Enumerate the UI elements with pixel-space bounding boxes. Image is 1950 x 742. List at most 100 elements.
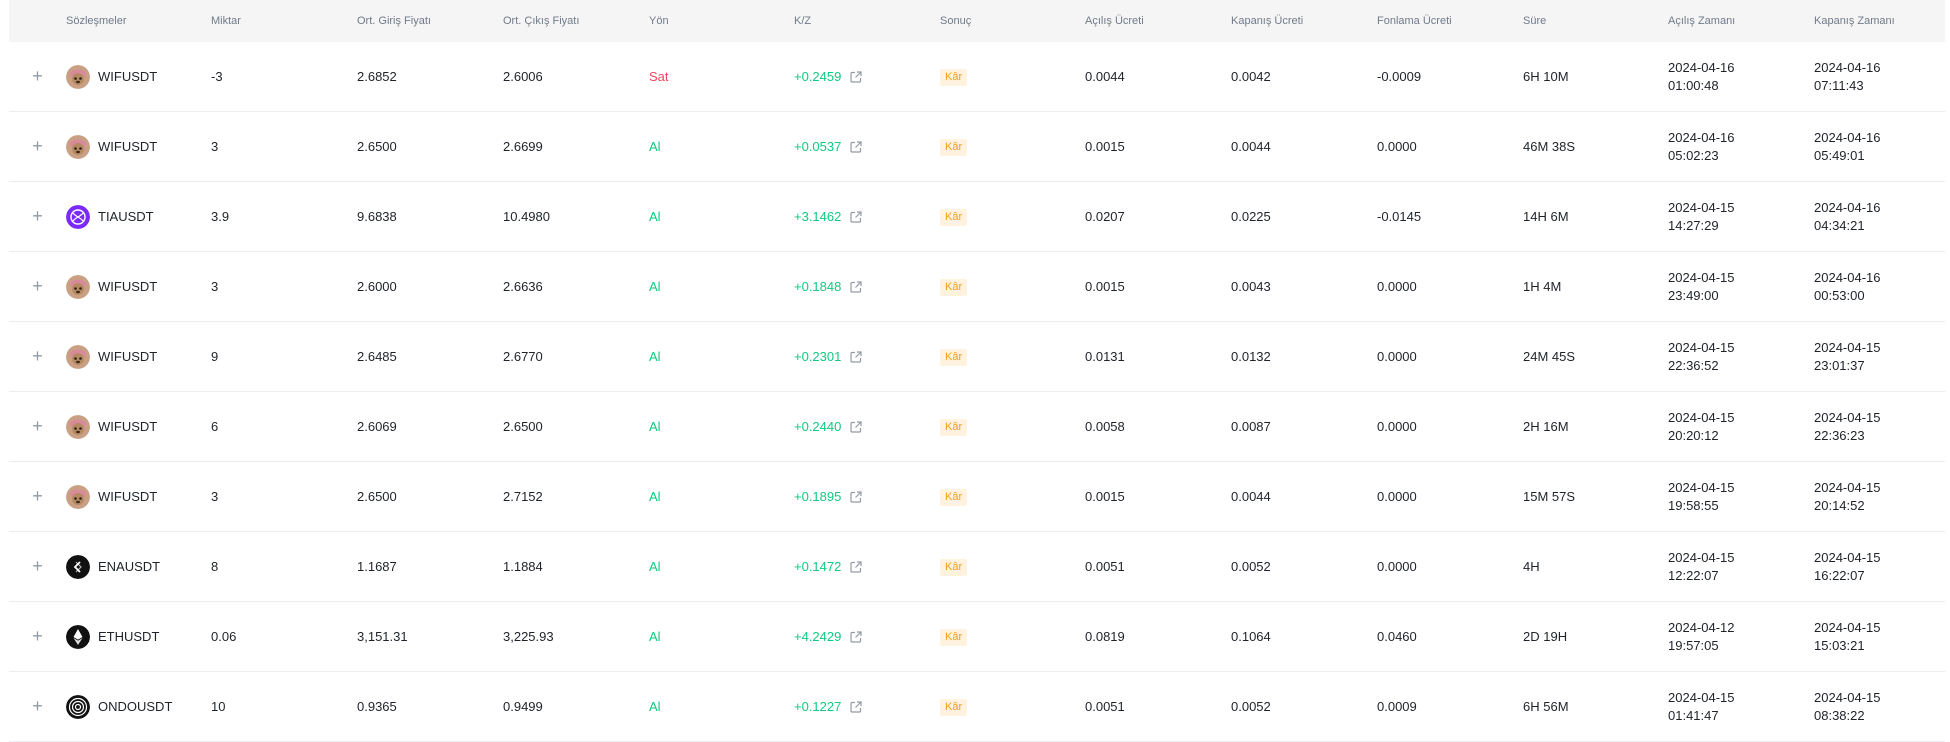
expand-row-button[interactable]: + — [9, 206, 66, 227]
close-clock: 20:14:52 — [1814, 497, 1865, 513]
close-clock: 07:11:43 — [1814, 77, 1864, 93]
entry-price-value: 2.6500 — [357, 139, 397, 154]
open-time-value: 2024-04-15 23:49:00 — [1668, 269, 1814, 305]
plus-icon: + — [32, 136, 43, 156]
close-date: 2024-04-15 — [1814, 409, 1881, 425]
close-clock: 05:49:01 — [1814, 147, 1865, 163]
pnl-value: +4.2429 — [794, 629, 842, 644]
expand-row-button[interactable]: + — [9, 346, 66, 367]
trade-history-table: Sözleşmeler Miktar Ort. Giriş Fiyatı Ort… — [9, 0, 1945, 742]
exit-price-value: 3,225.93 — [503, 629, 554, 644]
pnl-value: +3.1462 — [794, 209, 842, 224]
expand-row-button[interactable]: + — [9, 696, 66, 717]
close-fee-value: 0.0132 — [1231, 349, 1271, 364]
expand-row-button[interactable]: + — [9, 486, 66, 507]
open-time-value: 2024-04-15 22:36:52 — [1668, 339, 1814, 375]
plus-icon: + — [32, 626, 43, 646]
open-fee-value: 0.0131 — [1085, 349, 1125, 364]
result-badge: Kâr — [940, 418, 968, 436]
header-open-time: Açılış Zamanı — [1668, 15, 1736, 27]
open-clock: 23:49:00 — [1668, 287, 1719, 303]
close-date: 2024-04-15 — [1814, 339, 1881, 355]
result-badge: Kâr — [940, 68, 968, 86]
external-link-icon[interactable] — [849, 560, 863, 574]
entry-price-value: 2.6485 — [357, 349, 397, 364]
close-fee-value: 0.1064 — [1231, 629, 1271, 644]
external-link-icon[interactable] — [849, 420, 863, 434]
pnl-cell: +0.1895 — [794, 489, 940, 504]
pnl-value: +0.1848 — [794, 279, 842, 294]
expand-row-button[interactable]: + — [9, 66, 66, 87]
plus-icon: + — [32, 556, 43, 576]
symbol-label: ENAUSDT — [98, 559, 161, 574]
result-cell: Kâr — [940, 558, 1085, 576]
duration-value: 46M 38S — [1523, 139, 1576, 154]
expand-row-button[interactable]: + — [9, 556, 66, 577]
result-cell: Kâr — [940, 208, 1085, 226]
expand-row-button[interactable]: + — [9, 626, 66, 647]
result-cell: Kâr — [940, 278, 1085, 296]
header-close-time: Kapanış Zamanı — [1814, 15, 1895, 27]
plus-icon: + — [32, 416, 43, 436]
open-time-value: 2024-04-16 01:00:48 — [1668, 59, 1814, 95]
table-row: + WIFUSDT -3 2.6852 2.6006 Sat +0.2459 K… — [9, 42, 1945, 112]
exit-price-value: 1.1884 — [503, 559, 543, 574]
external-link-icon[interactable] — [849, 630, 863, 644]
symbol-cell: WIFUSDT — [66, 64, 211, 89]
qty-value: 0.06 — [211, 629, 237, 644]
expand-row-button[interactable]: + — [9, 136, 66, 157]
result-cell: Kâr — [940, 348, 1085, 366]
close-clock: 23:01:37 — [1814, 357, 1865, 373]
funding-fee-value: -0.0145 — [1377, 209, 1422, 224]
open-clock: 01:41:47 — [1668, 707, 1719, 723]
open-date: 2024-04-15 — [1668, 339, 1735, 355]
external-link-icon[interactable] — [849, 140, 863, 154]
open-time-value: 2024-04-15 19:58:55 — [1668, 479, 1814, 515]
side-value: Al — [649, 629, 661, 644]
expand-row-button[interactable]: + — [9, 276, 66, 297]
qty-value: 9 — [211, 349, 219, 364]
close-date: 2024-04-16 — [1814, 199, 1881, 215]
pnl-cell: +4.2429 — [794, 629, 940, 644]
symbol-label: WIFUSDT — [98, 279, 158, 294]
symbol-cell: ETHUSDT — [66, 624, 211, 649]
duration-value: 1H 4M — [1523, 279, 1562, 294]
qty-value: -3 — [211, 69, 223, 84]
close-fee-value: 0.0052 — [1231, 699, 1271, 714]
funding-fee-value: 0.0009 — [1377, 699, 1417, 714]
close-time-value: 2024-04-16 05:49:01 — [1814, 129, 1950, 165]
symbol-label: ETHUSDT — [98, 629, 160, 644]
result-badge: Kâr — [940, 558, 968, 576]
table-row: + WIFUSDT 3 2.6500 2.6699 Al +0.0537 Kâr… — [9, 112, 1945, 182]
duration-value: 24M 45S — [1523, 349, 1576, 364]
expand-row-button[interactable]: + — [9, 416, 66, 437]
external-link-icon[interactable] — [849, 70, 863, 84]
funding-fee-value: 0.0000 — [1377, 349, 1417, 364]
close-clock: 22:36:23 — [1814, 427, 1865, 443]
duration-value: 15M 57S — [1523, 489, 1576, 504]
open-date: 2024-04-16 — [1668, 59, 1735, 75]
funding-fee-value: -0.0009 — [1377, 69, 1422, 84]
header-duration: Süre — [1523, 15, 1547, 27]
open-time-value: 2024-04-15 01:41:47 — [1668, 689, 1814, 725]
qty-value: 6 — [211, 419, 219, 434]
external-link-icon[interactable] — [849, 280, 863, 294]
exit-price-value: 2.6500 — [503, 419, 543, 434]
header-qty: Miktar — [211, 15, 241, 27]
close-time-value: 2024-04-15 22:36:23 — [1814, 409, 1950, 445]
table-row: + ETHUSDT 0.06 3,151.31 3,225.93 Al +4.2… — [9, 602, 1945, 672]
external-link-icon[interactable] — [849, 490, 863, 504]
close-clock: 08:38:22 — [1814, 707, 1865, 723]
header-result: Sonuç — [940, 15, 972, 27]
close-date: 2024-04-15 — [1814, 549, 1881, 565]
external-link-icon[interactable] — [849, 210, 863, 224]
open-clock: 20:20:12 — [1668, 427, 1719, 443]
header-funding-fee: Fonlama Ücreti — [1377, 15, 1452, 27]
close-date: 2024-04-16 — [1814, 129, 1881, 145]
close-date: 2024-04-16 — [1814, 269, 1881, 285]
symbol-cell: WIFUSDT — [66, 134, 211, 159]
external-link-icon[interactable] — [849, 700, 863, 714]
plus-icon: + — [32, 276, 43, 296]
external-link-icon[interactable] — [849, 350, 863, 364]
result-badge: Kâr — [940, 488, 968, 506]
